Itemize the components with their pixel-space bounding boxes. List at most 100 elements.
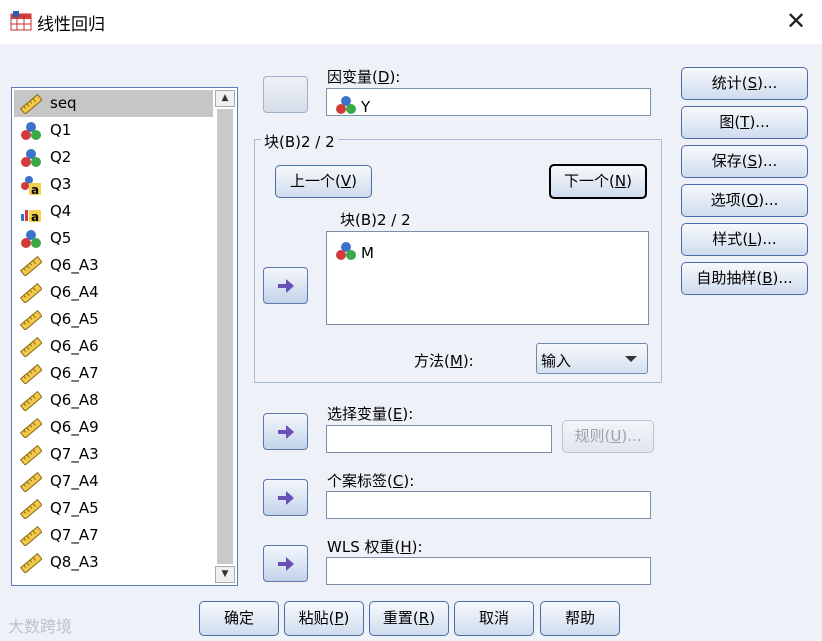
side_buttons-button-1[interactable]: 图(T)... [681, 106, 808, 139]
side_buttons-button-4[interactable]: 样式(L)... [681, 223, 808, 256]
watermark: 大数跨境 [8, 617, 73, 636]
variable-list-item[interactable]: Q7_A4 [14, 468, 213, 495]
ruler-icon [19, 444, 43, 466]
variable-name: Q7_A3 [50, 445, 99, 463]
scroll-down-icon[interactable]: ▼ [215, 566, 235, 583]
variable-name: Q5 [50, 229, 72, 247]
right-arrow-icon [278, 491, 294, 505]
ruler-icon [19, 390, 43, 412]
move-to-wls-button[interactable] [263, 545, 308, 582]
method-label: 方法(M): [414, 352, 474, 370]
variable-list-item[interactable]: Q7_A7 [14, 522, 213, 549]
bottom_buttons-button-2[interactable]: 重置(R) [369, 601, 449, 636]
variable-name: Q3 [50, 175, 72, 193]
variable-name: Q6_A3 [50, 256, 99, 274]
variable-name: Q2 [50, 148, 72, 166]
side_buttons-button-3[interactable]: 选项(O)... [681, 184, 808, 217]
chevron-down-icon [625, 356, 637, 362]
nominal-string-icon: a [20, 175, 42, 197]
nominal-icon [20, 148, 42, 168]
side_buttons-button-5[interactable]: 自助抽样(B)... [681, 262, 808, 295]
ruler-icon [19, 552, 43, 574]
variable-name: Q6_A9 [50, 418, 99, 436]
move-to-selection-button[interactable] [263, 413, 308, 450]
side_buttons-button-2[interactable]: 保存(S)... [681, 145, 808, 178]
move-to-dependent-button[interactable] [263, 76, 308, 113]
scroll-thumb[interactable] [217, 109, 233, 564]
variable-list-item[interactable]: Q6_A4 [14, 279, 213, 306]
variable-name: Q7_A4 [50, 472, 99, 490]
independent-item[interactable]: M [335, 238, 374, 262]
title-bar: 线性回归 ✕ [0, 0, 822, 44]
ruler-icon [19, 255, 43, 277]
variable-list-item[interactable]: Q7_A3 [14, 441, 213, 468]
variable-list-item[interactable]: Q6_A5 [14, 306, 213, 333]
dependent-label: 因变量(D): [327, 68, 401, 86]
selection-label: 选择变量(E): [327, 405, 414, 423]
variable-list-item[interactable]: Q6_A9 [14, 414, 213, 441]
variable-list-item[interactable]: seq [14, 90, 213, 117]
variable-name: Q6_A5 [50, 310, 99, 328]
nominal-icon [20, 229, 42, 249]
block-inner-label: 块(B)2 / 2 [340, 211, 411, 229]
bottom_buttons-button-3[interactable]: 取消 [454, 601, 534, 636]
ruler-icon [19, 93, 43, 115]
variable-list-item[interactable]: Q2 [14, 144, 213, 171]
wls-label: WLS 权重(H): [327, 538, 423, 556]
ruler-icon [19, 471, 43, 493]
variable-list-item[interactable]: Q1 [14, 117, 213, 144]
ruler-icon [19, 498, 43, 520]
variable-list-item[interactable]: Q7_A5 [14, 495, 213, 522]
variable-list-item[interactable]: Q6_A6 [14, 333, 213, 360]
close-icon[interactable]: ✕ [786, 7, 806, 35]
ruler-icon [19, 336, 43, 358]
variable-list-item[interactable]: Q6_A7 [14, 360, 213, 387]
rule-button[interactable]: 规则(U)... [562, 420, 654, 453]
variable-list-item[interactable]: Q6_A8 [14, 387, 213, 414]
variable-name: Q8_A3 [50, 553, 99, 571]
right-arrow-icon [278, 557, 294, 571]
selection-field[interactable] [326, 425, 552, 453]
window-title: 线性回归 [37, 15, 105, 35]
variable-name: Q6_A7 [50, 364, 99, 382]
next-block-button[interactable]: 下一个(N) [549, 164, 647, 199]
wls-field[interactable] [326, 557, 651, 585]
svg-text:a: a [31, 210, 39, 222]
nominal-icon [335, 95, 357, 115]
move-to-case-label-button[interactable] [263, 479, 308, 516]
variable-list-item[interactable]: Q6_A3 [14, 252, 213, 279]
dependent-item[interactable]: Y [335, 92, 370, 116]
right-arrow-icon [278, 279, 294, 293]
variable-list-item[interactable]: a Q4 [14, 198, 213, 225]
bottom_buttons-button-1[interactable]: 粘贴(P) [284, 601, 364, 636]
case-label-field[interactable] [326, 491, 651, 519]
variable-name: Q1 [50, 121, 72, 139]
app-icon [10, 11, 32, 31]
variable-name: Q7_A7 [50, 526, 99, 544]
variable-name: Q6_A4 [50, 283, 99, 301]
dependent-field[interactable]: Y [326, 88, 651, 116]
block-group-title: 块(B)2 / 2 [261, 131, 338, 152]
variable-list-item[interactable]: Q8_A3 [14, 549, 213, 576]
variable-name: Q6_A8 [50, 391, 99, 409]
ruler-icon [19, 363, 43, 385]
ordinal-string-icon: a [20, 202, 42, 224]
svg-text:a: a [31, 183, 39, 195]
scroll-up-icon[interactable]: ▲ [215, 90, 235, 107]
variable-list-items: seq Q1 Q2 a Q3 a Q4 Q5 Q6_A3 Q6_A4 Q6_A5 Q6_A6 Q6_A7… [14, 90, 213, 576]
side_buttons-button-0[interactable]: 统计(S)... [681, 67, 808, 100]
previous-block-button[interactable]: 上一个(V) [275, 165, 372, 198]
variable-name: Q6_A6 [50, 337, 99, 355]
variable-list-item[interactable]: Q5 [14, 225, 213, 252]
variable-list[interactable]: seq Q1 Q2 a Q3 a Q4 Q5 Q6_A3 Q6_A4 Q6_A5 Q6_A6 Q6_A7… [11, 87, 238, 586]
variable-list-scrollbar[interactable]: ▲ ▼ [215, 90, 235, 583]
independents-list[interactable]: M [326, 231, 649, 325]
bottom_buttons-button-4[interactable]: 帮助 [540, 601, 620, 636]
variable-list-item[interactable]: a Q3 [14, 171, 213, 198]
ruler-icon [19, 282, 43, 304]
nominal-icon [335, 241, 357, 261]
method-select[interactable]: 输入 [536, 343, 648, 374]
move-to-independents-button[interactable] [263, 267, 308, 304]
bottom_buttons-button-0[interactable]: 确定 [199, 601, 279, 636]
variable-name: Q7_A5 [50, 499, 99, 517]
